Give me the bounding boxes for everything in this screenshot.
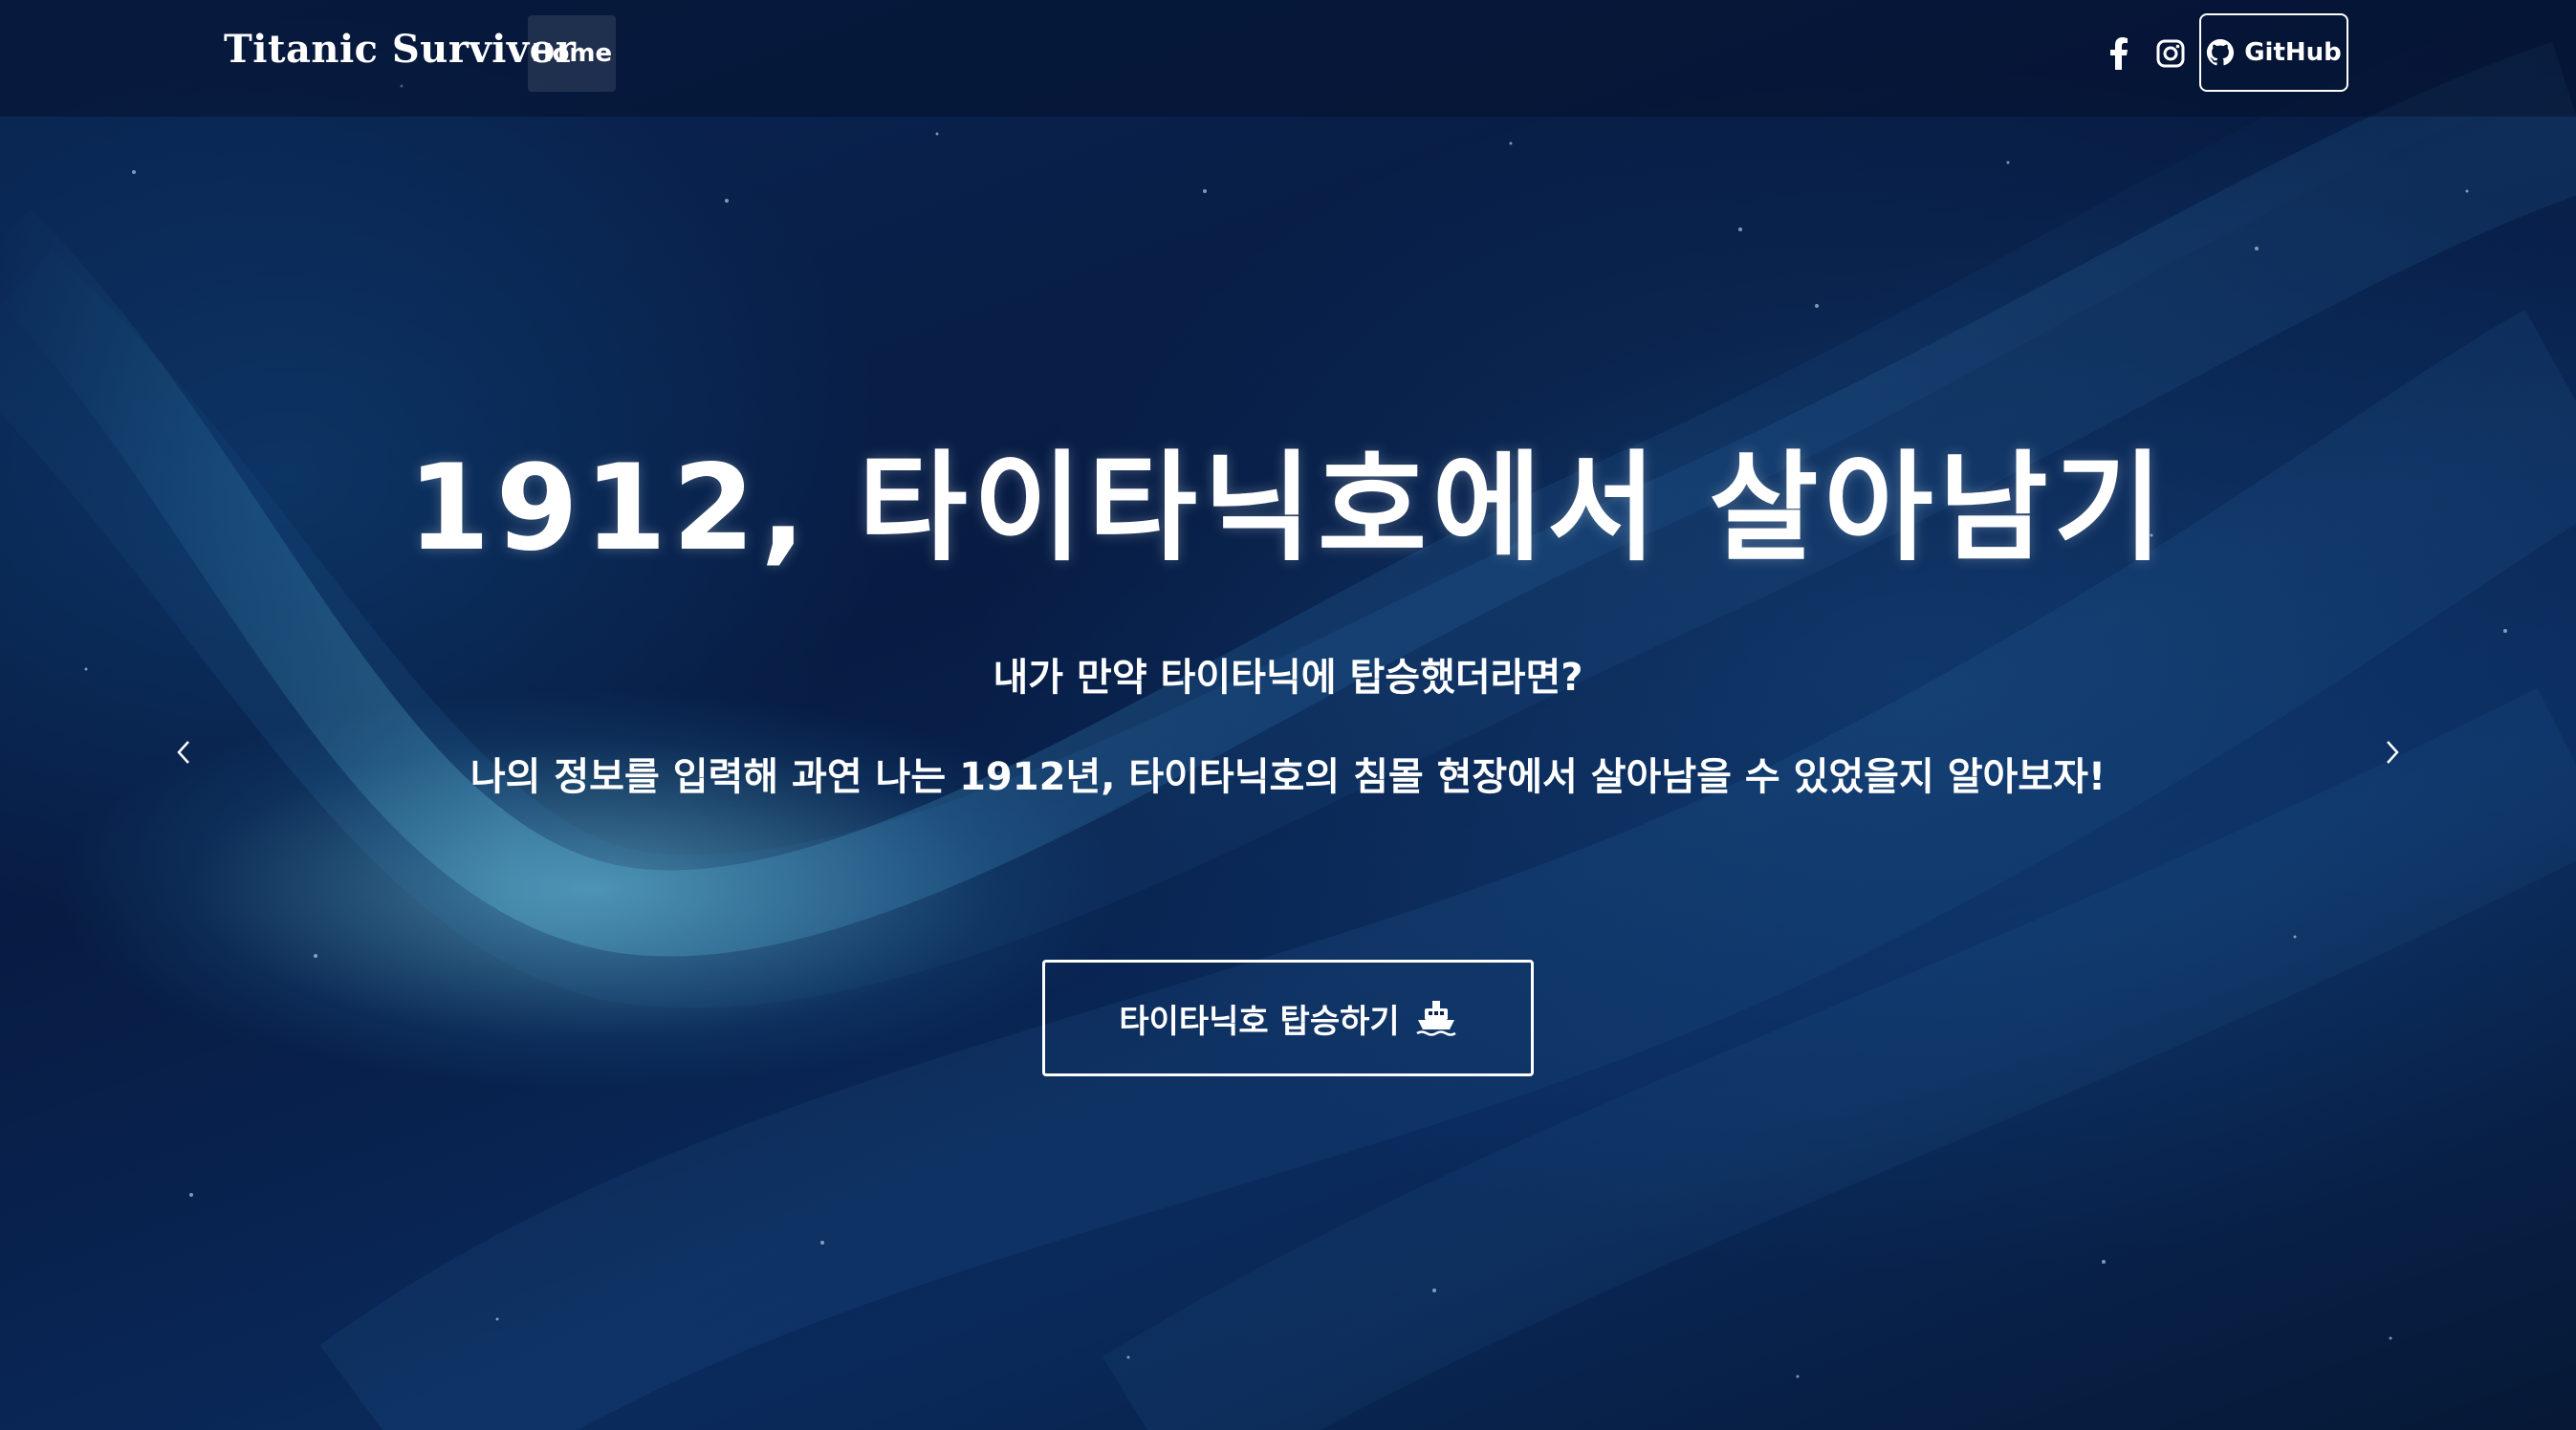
facebook-icon — [2110, 37, 2128, 70]
instagram-link[interactable] — [2150, 32, 2192, 75]
board-titanic-button[interactable]: 타이타닉호 탑승하기 — [1042, 960, 1534, 1076]
navbar: Titanic Survivor Home GitHub — [0, 0, 2576, 117]
ship-icon — [1416, 1001, 1456, 1036]
facebook-link[interactable] — [2098, 32, 2140, 75]
github-label: GitHub — [2244, 38, 2342, 67]
background-wave-art — [0, 0, 2576, 1430]
nav-home-link[interactable]: Home — [528, 15, 616, 92]
github-button[interactable]: GitHub — [2199, 13, 2348, 92]
instagram-icon — [2156, 39, 2185, 68]
hero-subtitle-description: 나의 정보를 입력해 과연 나는 1912년, 타이타닉호의 침몰 현장에서 살… — [469, 755, 2107, 799]
brand-logo[interactable]: Titanic Survivor — [224, 27, 576, 72]
hero-title: 1912, 타이타닉호에서 살아남기 — [407, 440, 2169, 577]
hero-subtitle-question: 내가 만약 타이타닉에 탑승했더라면? — [993, 656, 1583, 700]
cta-label: 타이타닉호 탑승하기 — [1119, 1002, 1400, 1041]
github-icon — [2207, 38, 2235, 66]
page: Titanic Survivor Home GitHub 1912, 타이타닉호… — [0, 0, 2576, 1430]
